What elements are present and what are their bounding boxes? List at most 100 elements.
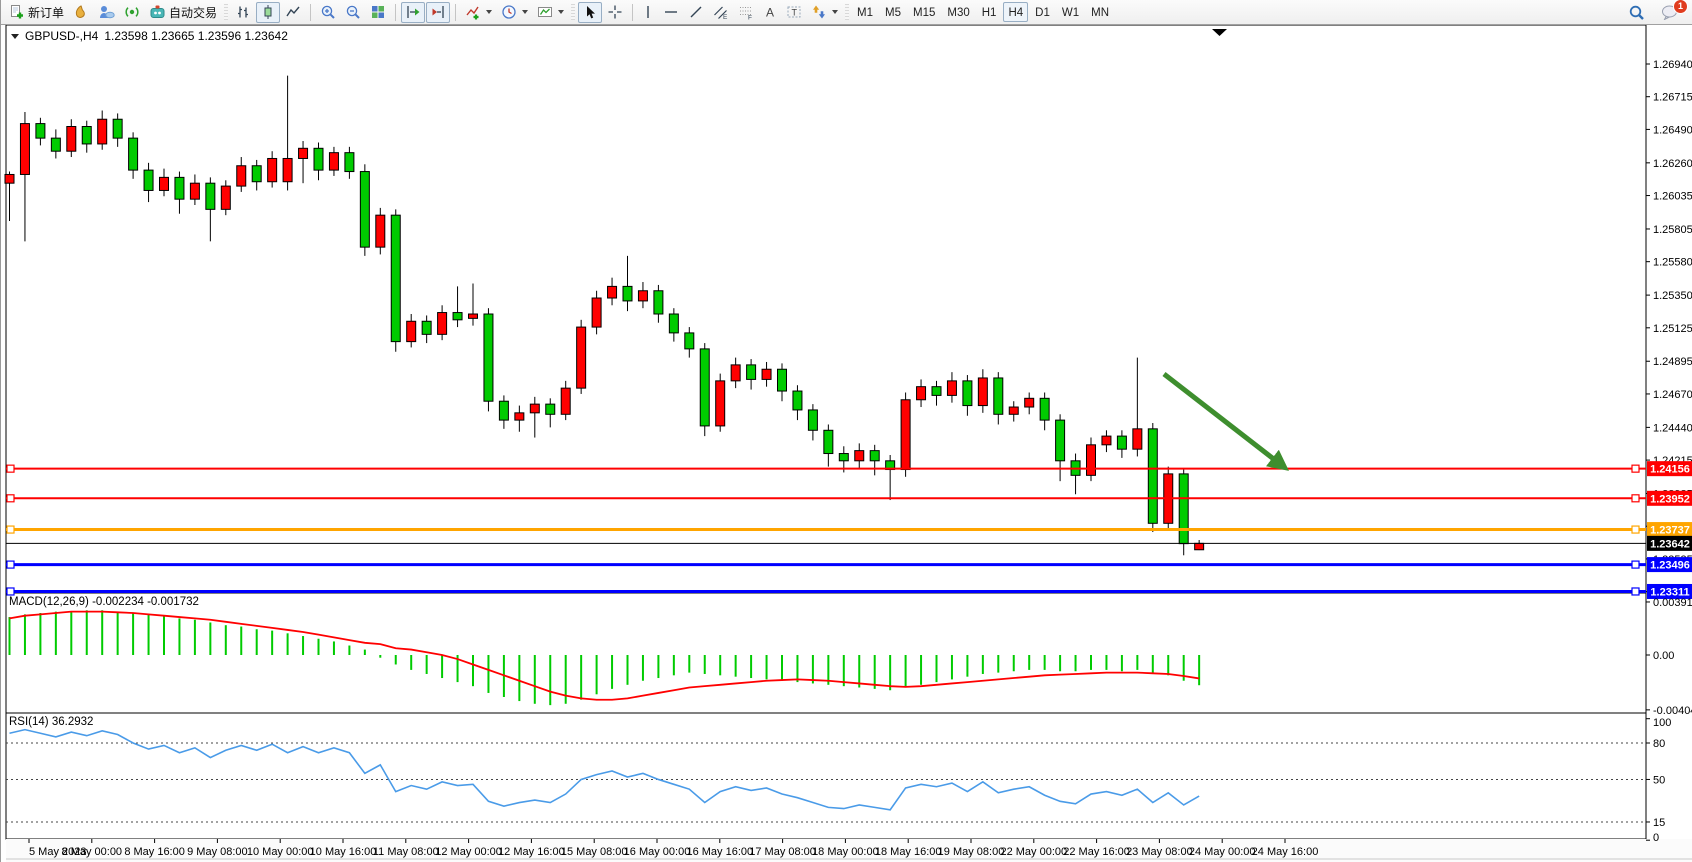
timeframe-h1[interactable]: H1 — [977, 2, 1002, 22]
candle-up — [237, 166, 246, 186]
candle-down — [669, 314, 678, 333]
chart-shift-button[interactable] — [426, 2, 450, 23]
candle-down — [808, 410, 817, 430]
vertical-line-tool-button[interactable] — [638, 2, 658, 23]
time-label: 12 May 00:00 — [435, 846, 502, 858]
trendline-tool-button[interactable] — [684, 2, 708, 23]
candle-down — [1040, 398, 1049, 420]
zoom-out-button[interactable] — [341, 2, 365, 23]
algo-trading-button[interactable]: 自动交易 — [145, 2, 221, 23]
palette-icon — [73, 4, 89, 20]
auto-scroll-button[interactable] — [401, 2, 425, 23]
dropdown-arrow-icon — [486, 10, 492, 14]
horizontal-line-tool-button[interactable] — [659, 2, 683, 23]
search-button[interactable] — [1624, 2, 1649, 23]
line-chart-button[interactable] — [281, 2, 305, 23]
zoom-in-icon — [320, 4, 336, 20]
label-tool-button[interactable]: T — [782, 2, 806, 23]
svg-text:1.26940: 1.26940 — [1653, 59, 1692, 71]
cursor-button[interactable] — [578, 2, 602, 23]
panel-border — [6, 593, 1646, 713]
signals-button[interactable] — [120, 2, 144, 23]
svg-text:-0.004049: -0.004049 — [1653, 705, 1692, 717]
candle-down — [824, 430, 833, 453]
channel-tool-button[interactable]: E — [709, 2, 733, 23]
candle-down — [778, 369, 787, 391]
notification-badge: 1 — [1673, 0, 1688, 14]
line-handle[interactable] — [1632, 526, 1639, 533]
fibonacci-tool-button[interactable]: F — [734, 2, 758, 23]
periods-button[interactable] — [497, 2, 532, 23]
line-handle[interactable] — [1632, 495, 1639, 502]
algo-trading-icon — [149, 4, 166, 20]
line-handle[interactable] — [1632, 561, 1639, 568]
candle-up — [762, 369, 771, 379]
svg-text:100: 100 — [1653, 717, 1671, 729]
candle-up — [438, 313, 447, 335]
timeframe-d1[interactable]: D1 — [1030, 2, 1055, 22]
text-tool-button[interactable]: A — [759, 2, 781, 23]
candle-down — [546, 404, 555, 414]
templates-button[interactable] — [533, 2, 568, 23]
cursor-icon — [582, 4, 598, 20]
zoom-in-button[interactable] — [316, 2, 340, 23]
candle-up — [283, 158, 292, 181]
styles-button[interactable] — [69, 2, 93, 23]
notifications-button[interactable]: 1 — [1657, 2, 1683, 23]
trendline-icon — [688, 4, 704, 20]
candle-up — [407, 321, 416, 341]
zoom-out-icon — [345, 4, 361, 20]
candle-up — [947, 381, 956, 396]
separator — [395, 4, 396, 21]
timeframe-m5[interactable]: M5 — [880, 2, 906, 22]
candle-up — [592, 298, 601, 327]
algo-trading-label: 自动交易 — [169, 4, 217, 21]
line-handle[interactable] — [7, 495, 14, 502]
time-label: 18 May 16:00 — [875, 846, 942, 858]
new-order-icon — [9, 4, 25, 20]
line-handle[interactable] — [7, 588, 14, 595]
candle-down — [422, 321, 431, 334]
candle-up — [376, 215, 385, 247]
tile-windows-button[interactable] — [366, 2, 390, 23]
candle-down — [747, 365, 756, 380]
time-label: 22 May 00:00 — [1000, 846, 1067, 858]
separator — [310, 4, 311, 21]
candle-down — [453, 313, 462, 320]
candle-up — [1102, 436, 1111, 445]
svg-text:1.24895: 1.24895 — [1653, 356, 1692, 368]
line-handle[interactable] — [7, 561, 14, 568]
text-label-icon: T — [786, 4, 802, 20]
timeframe-h4[interactable]: H4 — [1003, 2, 1028, 22]
community-button[interactable] — [94, 2, 119, 23]
candlestick-chart-button[interactable] — [256, 2, 280, 23]
time-label: 9 May 08:00 — [187, 846, 248, 858]
candle-up — [731, 365, 740, 381]
line-handle[interactable] — [7, 465, 14, 472]
chart-shift-icon — [430, 4, 446, 20]
bar-chart-button[interactable] — [231, 2, 255, 23]
timeframe-m1[interactable]: M1 — [852, 2, 878, 22]
toolbar-grip — [571, 4, 575, 20]
timeframe-m15[interactable]: M15 — [908, 2, 940, 22]
shapes-tool-button[interactable] — [807, 2, 842, 23]
indicators-button[interactable] — [461, 2, 496, 23]
line-handle[interactable] — [1632, 588, 1639, 595]
time-label: 12 May 16:00 — [498, 846, 565, 858]
candle-up — [190, 183, 199, 199]
line-handle[interactable] — [7, 526, 14, 533]
svg-text:1.25125: 1.25125 — [1653, 323, 1692, 335]
timeframe-m30[interactable]: M30 — [942, 2, 974, 22]
svg-text:E: E — [723, 14, 728, 20]
timeframe-mn[interactable]: MN — [1086, 2, 1114, 22]
chart-canvas[interactable]: 1.269401.267151.264901.262601.260351.258… — [1, 25, 1692, 862]
bar-chart-icon — [235, 4, 251, 20]
time-label: 18 May 00:00 — [812, 846, 879, 858]
line-handle[interactable] — [1632, 465, 1639, 472]
crosshair-button[interactable] — [603, 2, 627, 23]
timeframe-w1[interactable]: W1 — [1057, 2, 1084, 22]
time-label: 24 May 16:00 — [1252, 846, 1319, 858]
svg-text:F: F — [748, 15, 752, 21]
new-order-button[interactable]: 新订单 — [5, 2, 68, 23]
fibonacci-icon: F — [738, 4, 754, 20]
